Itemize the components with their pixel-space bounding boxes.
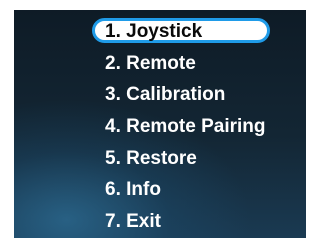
menu-item-remote[interactable]: 2. Remote [98, 53, 266, 85]
main-menu: 1. Joystick 2. Remote 3. Calibration 4. … [92, 18, 270, 238]
menu-item-label: 1. Joystick [105, 21, 203, 42]
menu-item-label: 7. Exit [105, 211, 161, 233]
menu-item-restore[interactable]: 5. Restore [98, 148, 266, 180]
menu-screen: 1. Joystick 2. Remote 3. Calibration 4. … [14, 10, 306, 238]
menu-item-exit[interactable]: 7. Exit [98, 211, 266, 238]
menu-item-remote-pairing[interactable]: 4. Remote Pairing [98, 116, 266, 148]
menu-item-calibration[interactable]: 3. Calibration [98, 84, 266, 116]
menu-item-info[interactable]: 6. Info [98, 179, 266, 211]
menu-item-label: 5. Restore [105, 147, 197, 169]
menu-item-label: 2. Remote [105, 52, 196, 74]
menu-item-label: 3. Calibration [105, 84, 226, 106]
menu-item-label: 4. Remote Pairing [105, 116, 266, 138]
menu-item-joystick[interactable]: 1. Joystick [92, 18, 270, 53]
menu-item-label: 6. Info [105, 179, 161, 201]
